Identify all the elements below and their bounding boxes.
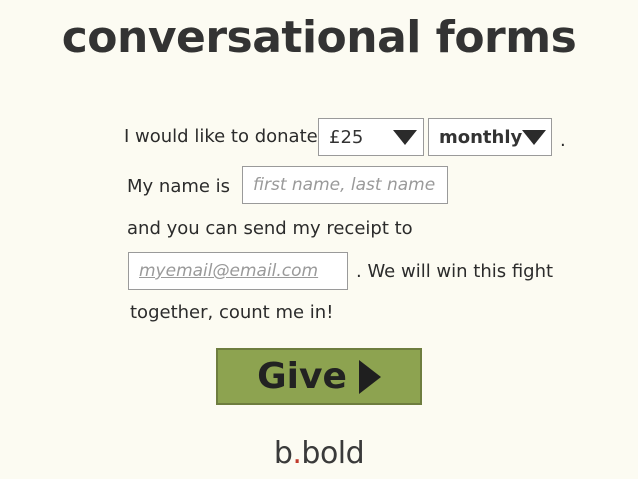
- amount-select[interactable]: £25: [318, 118, 424, 156]
- play-icon: [358, 359, 381, 394]
- frequency-select-value: monthly: [439, 126, 523, 148]
- page-title: conversational forms: [61, 12, 577, 63]
- sentence-end-period: .: [560, 130, 566, 151]
- frequency-select[interactable]: monthly: [428, 118, 552, 156]
- logo-suffix: bold: [301, 436, 365, 471]
- give-button-label: Give: [257, 356, 347, 397]
- email-input-placeholder: myemail@email.com: [139, 261, 319, 281]
- email-input[interactable]: myemail@email.com: [128, 252, 348, 290]
- receipt-text: and you can send my receipt to: [127, 218, 413, 239]
- logo-prefix: b: [273, 436, 293, 471]
- name-prefix-text: My name is: [127, 176, 231, 197]
- give-button[interactable]: Give: [216, 348, 422, 405]
- triangle-down-icon: [522, 129, 547, 145]
- name-input[interactable]: first name, last name: [242, 166, 448, 204]
- donate-prefix-text: I would like to donate: [124, 126, 318, 147]
- amount-select-value: £25: [329, 126, 364, 148]
- triangle-down-icon: [393, 129, 417, 145]
- closing-text: together, count me in!: [130, 302, 334, 323]
- email-suffix-text: . We will win this fight: [356, 261, 554, 282]
- name-input-placeholder: first name, last name: [253, 175, 436, 195]
- brand-logo: b.bold: [0, 436, 638, 471]
